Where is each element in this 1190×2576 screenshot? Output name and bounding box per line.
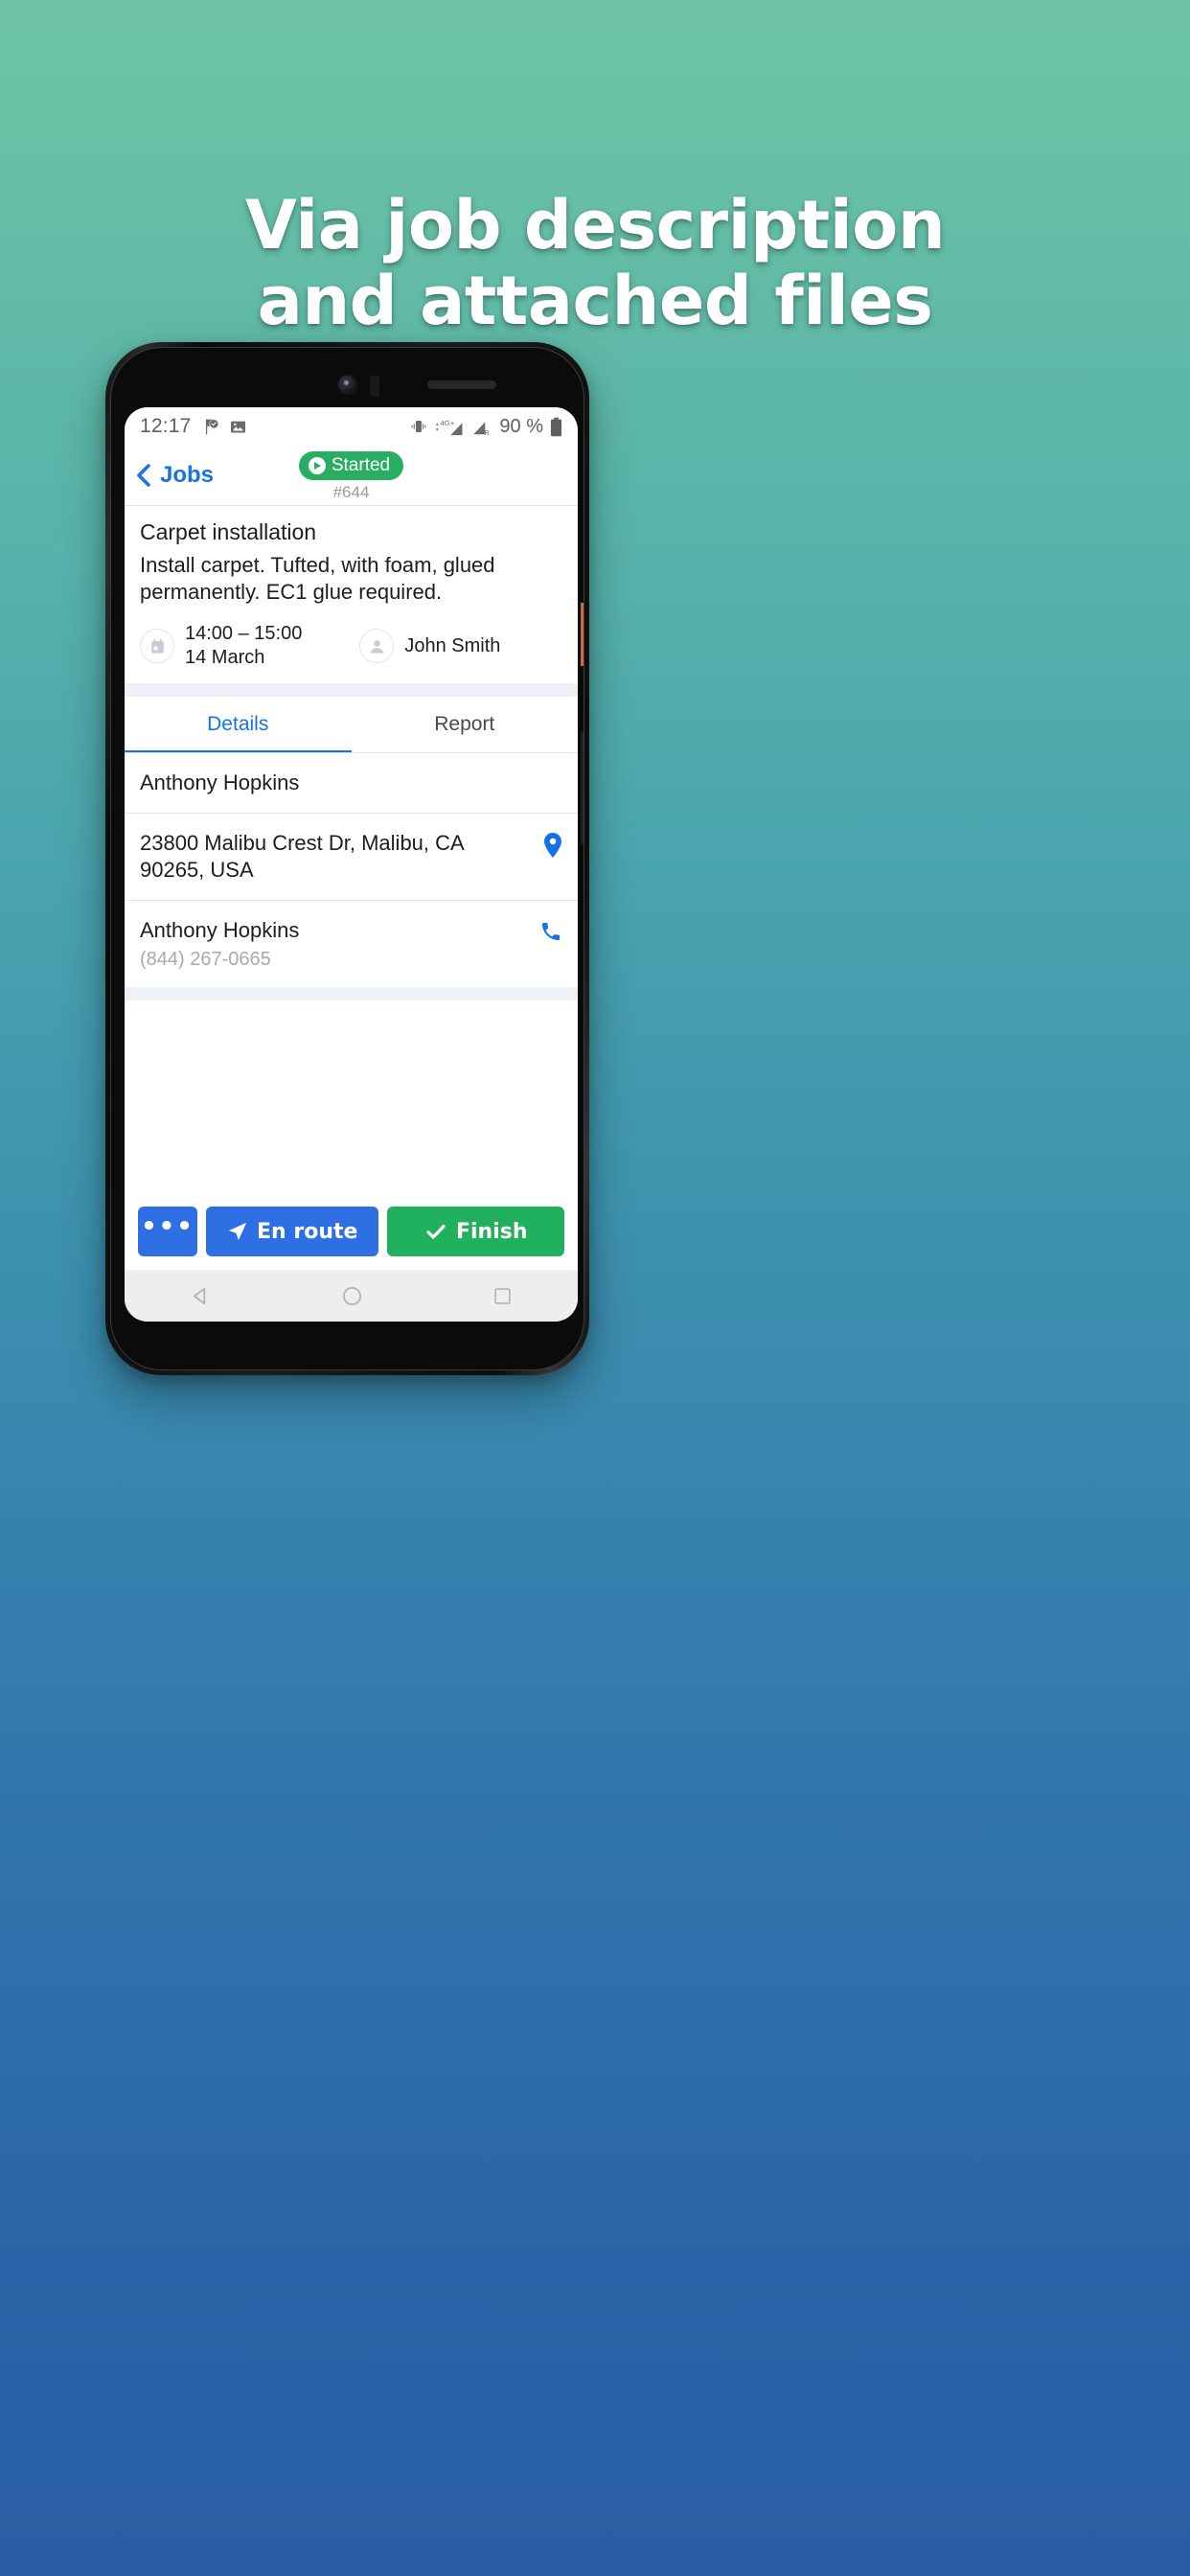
section-separator	[125, 682, 578, 697]
assignee-name: John Smith	[404, 634, 501, 656]
job-summary-card: Carpet installation Install carpet. Tuft…	[125, 506, 578, 683]
headline-line-2: and attached files	[257, 262, 933, 341]
detail-row-address[interactable]: 23800 Malibu Crest Dr, Malibu, CA 90265,…	[125, 814, 578, 900]
nav-back-icon[interactable]	[190, 1285, 212, 1307]
finish-button[interactable]: Finish	[387, 1207, 564, 1256]
status-bar-time: 12:17	[140, 415, 192, 437]
status-bar: 12:17 4G+ R 90 %	[125, 407, 578, 446]
task-check-icon	[205, 419, 218, 434]
back-label: Jobs	[160, 462, 215, 488]
nav-recents-icon[interactable]	[492, 1286, 513, 1306]
svg-text:R: R	[485, 430, 490, 436]
empty-content-area	[125, 1000, 578, 1199]
image-icon	[230, 421, 245, 432]
detail-row-phone[interactable]: Anthony Hopkins (844) 267-0665	[125, 901, 578, 986]
tab-bar: Details Report	[125, 696, 579, 752]
address-text: 23800 Malibu Crest Dr, Malibu, CA 90265,…	[140, 831, 464, 883]
job-number: #644	[332, 483, 370, 501]
headline-line-1: Via job description	[244, 186, 946, 264]
job-meta-row: 14:00 – 15:00 14 March John Smith	[140, 622, 562, 670]
more-actions-button[interactable]: •••	[138, 1207, 197, 1256]
battery-percent-label: 90 %	[499, 415, 543, 437]
navigation-arrow-icon	[228, 1222, 247, 1241]
status-bar-system-icons: 4G+ R 90 %	[410, 416, 562, 438]
detail-main: Anthony Hopkins (844) 267-0665	[140, 917, 528, 970]
section-separator-bottom	[125, 986, 578, 1000]
finish-label: Finish	[455, 1219, 528, 1244]
chevron-left-icon	[137, 464, 150, 487]
battery-icon	[550, 417, 562, 436]
back-to-jobs-button[interactable]: Jobs	[134, 455, 214, 489]
promo-headline: Via job description and attached files	[0, 186, 1190, 341]
vibrate-icon	[412, 421, 426, 432]
proximity-sensor-icon	[370, 376, 379, 397]
action-bar: ••• En route Finish	[125, 1199, 578, 1270]
location-pin-icon[interactable]	[543, 830, 562, 862]
contact-phone: (844) 267-0665	[140, 948, 271, 970]
check-icon	[426, 1225, 446, 1239]
detail-main: Anthony Hopkins	[140, 770, 562, 796]
signal-4g-plus-icon: 4G+	[436, 418, 463, 435]
detail-row-customer[interactable]: Anthony Hopkins	[125, 753, 578, 813]
en-route-button[interactable]: En route	[206, 1207, 379, 1256]
schedule-text: 14:00 – 15:00 14 March	[185, 622, 302, 670]
job-assignee[interactable]: John Smith	[359, 629, 501, 664]
job-title: Carpet installation	[140, 519, 317, 544]
customer-name: Anthony Hopkins	[140, 770, 300, 794]
signal-roaming-icon: R	[473, 421, 490, 436]
tab-report[interactable]: Report	[352, 697, 579, 752]
contact-name: Anthony Hopkins	[140, 918, 300, 943]
app-header: Jobs Started #644	[125, 446, 578, 505]
status-badge[interactable]: Started	[298, 451, 404, 480]
job-schedule[interactable]: 14:00 – 15:00 14 March	[140, 622, 302, 670]
phone-screen: 12:17 4G+ R 90 % Jobs Started #644 Carpe…	[125, 407, 578, 1322]
volume-button[interactable]	[581, 731, 584, 844]
status-bar-notification-icons	[202, 418, 247, 436]
phone-mockup: 12:17 4G+ R 90 % Jobs Started #644 Carpe…	[105, 342, 589, 1375]
phone-icon[interactable]	[539, 917, 562, 948]
calendar-icon	[140, 629, 174, 664]
tab-details[interactable]: Details	[125, 697, 352, 752]
job-description: Install carpet. Tufted, with foam, glued…	[140, 553, 495, 605]
earpiece-speaker	[427, 380, 496, 389]
job-date: 14 March	[185, 647, 265, 669]
details-list: Anthony Hopkins 23800 Malibu Crest Dr, M…	[125, 752, 578, 987]
front-camera-icon	[338, 376, 356, 394]
android-navigation-bar	[125, 1270, 578, 1322]
job-time-range: 14:00 – 15:00	[185, 623, 303, 645]
en-route-label: En route	[257, 1219, 358, 1244]
nav-home-icon[interactable]	[341, 1285, 363, 1307]
svg-text:4G+: 4G+	[441, 418, 455, 426]
detail-main: 23800 Malibu Crest Dr, Malibu, CA 90265,…	[140, 830, 532, 884]
avatar	[359, 629, 395, 664]
power-button[interactable]	[581, 603, 584, 666]
play-icon	[308, 457, 326, 474]
phone-body: 12:17 4G+ R 90 % Jobs Started #644 Carpe…	[110, 347, 584, 1370]
status-badge-label: Started	[331, 455, 391, 475]
